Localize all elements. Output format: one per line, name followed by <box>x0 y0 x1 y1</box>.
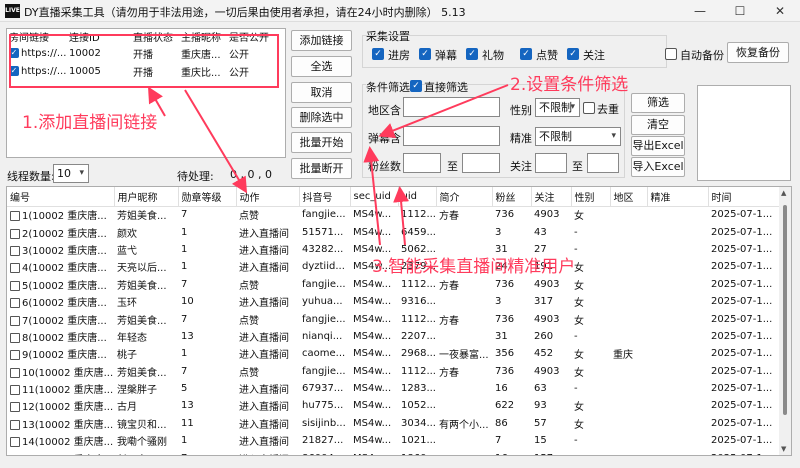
arrow-to-uid <box>393 186 410 246</box>
annotation-add-link: 1.添加直播间链接 <box>22 113 158 133</box>
annotation-collect: 3.智能采集直播间精准用户 <box>372 257 576 277</box>
arrow-to-filter <box>378 84 509 139</box>
annotation-arrows <box>148 84 509 246</box>
arrow-to-fans <box>363 146 381 246</box>
annotation-filter: 2.设置条件筛选 <box>510 75 629 95</box>
arrow-to-actions <box>184 89 248 194</box>
